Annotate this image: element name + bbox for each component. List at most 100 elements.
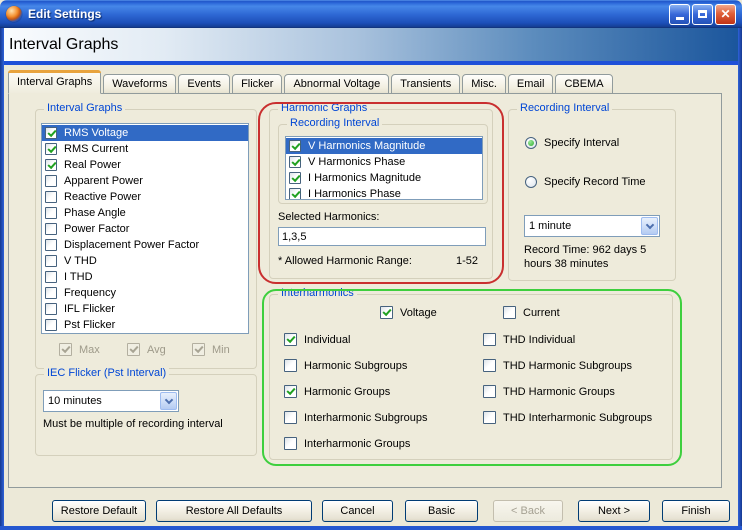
- thd-harmonic-subgroups-checkbox-row[interactable]: THD Harmonic Subgroups: [483, 359, 632, 372]
- specify-interval-radio-row[interactable]: Specify Interval: [525, 137, 619, 149]
- list-item[interactable]: Phase Angle: [42, 205, 248, 221]
- minimize-button[interactable]: [669, 3, 690, 25]
- i-harmonics-magnitude-checkbox[interactable]: [289, 172, 301, 184]
- rms-current-checkbox[interactable]: [45, 143, 57, 155]
- interharmonics-group-caption: Interharmonics: [278, 287, 357, 299]
- interval-combobox[interactable]: 1 minute: [524, 215, 660, 237]
- specify-record-time-radio[interactable]: [525, 176, 537, 188]
- back-button[interactable]: < Back: [493, 500, 563, 522]
- pst-interval-combobox[interactable]: 10 minutes: [43, 390, 179, 412]
- interval-dropdown-button[interactable]: [641, 217, 658, 235]
- title-bar[interactable]: Edit Settings ✕: [0, 0, 742, 28]
- tab-events[interactable]: Events: [178, 74, 231, 94]
- close-button[interactable]: ✕: [715, 3, 736, 25]
- harmonic-subgroups-checkbox[interactable]: [284, 359, 297, 372]
- interharmonic-groups-checkbox-row[interactable]: Interharmonic Groups: [284, 437, 410, 450]
- pst-interval-dropdown-button[interactable]: [160, 392, 177, 410]
- frequency-checkbox[interactable]: [45, 287, 57, 299]
- list-item[interactable]: I THD: [42, 269, 248, 285]
- cancel-button[interactable]: Cancel: [322, 500, 393, 522]
- i-harmonics-phase-checkbox[interactable]: [289, 188, 301, 199]
- tab-abnormal-voltage[interactable]: Abnormal Voltage: [284, 74, 390, 94]
- tab-misc[interactable]: Misc.: [462, 74, 506, 94]
- tab-waveforms[interactable]: Waveforms: [103, 74, 177, 94]
- max-checkbox[interactable]: [59, 343, 72, 356]
- pst-flicker-checkbox[interactable]: [45, 319, 57, 331]
- list-item[interactable]: I Harmonics Magnitude: [286, 170, 482, 186]
- thd-individual-checkbox-row[interactable]: THD Individual: [483, 333, 575, 346]
- thd-individual-checkbox[interactable]: [483, 333, 496, 346]
- list-item[interactable]: Apparent Power: [42, 173, 248, 189]
- interharmonic-subgroups-label: Interharmonic Subgroups: [304, 411, 428, 424]
- window-title: Edit Settings: [28, 7, 102, 21]
- list-item[interactable]: Power Factor: [42, 221, 248, 237]
- tab-email[interactable]: Email: [507, 74, 554, 94]
- apparent-power-checkbox[interactable]: [45, 175, 57, 187]
- finish-button[interactable]: Finish: [662, 500, 730, 522]
- ifl-flicker-checkbox[interactable]: [45, 303, 57, 315]
- specify-interval-radio[interactable]: [525, 137, 537, 149]
- list-item[interactable]: V Harmonics Phase: [286, 154, 482, 170]
- rms-voltage-checkbox[interactable]: [45, 127, 57, 139]
- tab-transients[interactable]: Transients: [391, 74, 461, 94]
- thd-interharmonic-subgroups-checkbox[interactable]: [483, 411, 496, 424]
- min-checkbox-row[interactable]: Min: [192, 343, 230, 356]
- next-button[interactable]: Next >: [578, 500, 650, 522]
- basic-button[interactable]: Basic: [405, 500, 478, 522]
- thd-harmonic-groups-checkbox-row[interactable]: THD Harmonic Groups: [483, 385, 615, 398]
- avg-checkbox[interactable]: [127, 343, 140, 356]
- specify-record-time-radio-row[interactable]: Specify Record Time: [525, 176, 645, 188]
- harmonic-subgroups-checkbox-row[interactable]: Harmonic Subgroups: [284, 359, 407, 372]
- list-item[interactable]: Pst Flicker: [42, 317, 248, 333]
- voltage-checkbox[interactable]: [380, 306, 393, 319]
- individual-checkbox[interactable]: [284, 333, 297, 346]
- list-item[interactable]: Displacement Power Factor: [42, 237, 248, 253]
- iec-flicker-group: IEC Flicker (Pst Interval) 10 minutes Mu…: [35, 367, 257, 456]
- current-checkbox-row[interactable]: Current: [503, 306, 560, 319]
- restore-all-defaults-button[interactable]: Restore All Defaults: [156, 500, 312, 522]
- list-item[interactable]: Reactive Power: [42, 189, 248, 205]
- thd-interharmonic-subgroups-checkbox-row[interactable]: THD Interharmonic Subgroups: [483, 411, 652, 424]
- list-item[interactable]: V Harmonics Magnitude: [286, 138, 482, 154]
- v-harmonics-phase-checkbox[interactable]: [289, 156, 301, 168]
- max-checkbox-row[interactable]: Max: [59, 343, 100, 356]
- harmonic-groups-checkbox-row[interactable]: Harmonic Groups: [284, 385, 390, 398]
- v-thd-checkbox[interactable]: [45, 255, 57, 267]
- list-item[interactable]: IFL Flicker: [42, 301, 248, 317]
- v-harmonics-magnitude-checkbox[interactable]: [289, 140, 301, 152]
- interharmonic-groups-checkbox[interactable]: [284, 437, 297, 450]
- list-item[interactable]: Frequency: [42, 285, 248, 301]
- list-item[interactable]: I Harmonics Phase: [286, 186, 482, 199]
- reactive-power-checkbox[interactable]: [45, 191, 57, 203]
- selected-harmonics-input[interactable]: [278, 227, 486, 246]
- thd-harmonic-groups-checkbox[interactable]: [483, 385, 496, 398]
- power-factor-checkbox[interactable]: [45, 223, 57, 235]
- list-item[interactable]: RMS Current: [42, 141, 248, 157]
- tab-interval-graphs[interactable]: Interval Graphs: [8, 70, 102, 94]
- current-checkbox[interactable]: [503, 306, 516, 319]
- avg-checkbox-row[interactable]: Avg: [127, 343, 166, 356]
- harmonic-graphs-group-caption: Harmonic Graphs: [278, 102, 371, 114]
- phase-angle-checkbox[interactable]: [45, 207, 57, 219]
- list-item[interactable]: Real Power: [42, 157, 248, 173]
- individual-checkbox-row[interactable]: Individual: [284, 333, 350, 346]
- list-item-label: V Harmonics Phase: [308, 156, 406, 168]
- list-item[interactable]: RMS Voltage: [42, 125, 248, 141]
- tab-flicker[interactable]: Flicker: [232, 74, 283, 94]
- maximize-button[interactable]: [692, 3, 713, 25]
- real-power-checkbox[interactable]: [45, 159, 57, 171]
- i-thd-checkbox[interactable]: [45, 271, 57, 283]
- min-checkbox[interactable]: [192, 343, 205, 356]
- list-item[interactable]: V THD: [42, 253, 248, 269]
- thd-harmonic-subgroups-checkbox[interactable]: [483, 359, 496, 372]
- harmonic-graphs-group: Harmonic Graphs Recording Interval V Har…: [269, 102, 493, 279]
- interval-graphs-group-caption: Interval Graphs: [44, 102, 126, 114]
- tab-cbema[interactable]: CBEMA: [555, 74, 613, 94]
- displacement-power-factor-checkbox[interactable]: [45, 239, 57, 251]
- interharmonic-subgroups-checkbox-row[interactable]: Interharmonic Subgroups: [284, 411, 428, 424]
- allowed-harmonic-range-row: * Allowed Harmonic Range: 1-52: [278, 255, 478, 267]
- restore-default-button[interactable]: Restore Default: [52, 500, 146, 522]
- voltage-checkbox-row[interactable]: Voltage: [380, 306, 437, 319]
- harmonic-groups-checkbox[interactable]: [284, 385, 297, 398]
- interharmonic-subgroups-checkbox[interactable]: [284, 411, 297, 424]
